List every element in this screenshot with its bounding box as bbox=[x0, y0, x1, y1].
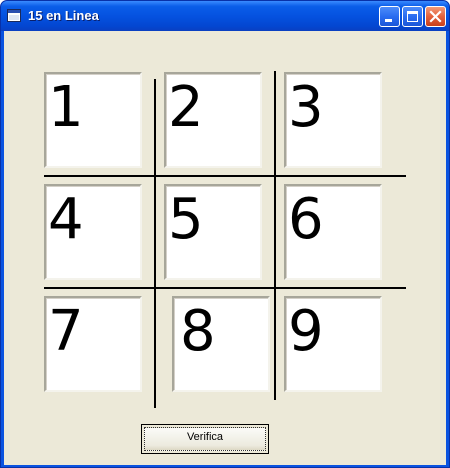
tile-2[interactable]: 2 bbox=[164, 72, 262, 168]
tile-number: 9 bbox=[288, 299, 324, 364]
grid-line-horizontal-bottom bbox=[44, 287, 406, 289]
tile-4[interactable]: 4 bbox=[44, 184, 142, 280]
tile-number: 1 bbox=[48, 75, 84, 140]
close-button[interactable] bbox=[425, 6, 446, 27]
client-area: 1 2 3 4 5 6 7 8 9 Verifica bbox=[4, 31, 446, 465]
verify-button[interactable]: Verifica bbox=[141, 424, 269, 454]
minimize-button[interactable] bbox=[379, 6, 400, 27]
window-title: 15 en Linea bbox=[28, 8, 99, 23]
tile-5[interactable]: 5 bbox=[164, 184, 262, 280]
tile-9[interactable]: 9 bbox=[284, 296, 382, 392]
app-window: 15 en Linea 1 2 3 4 5 6 7 8 9 Verifica bbox=[0, 0, 450, 468]
tile-7[interactable]: 7 bbox=[44, 296, 142, 392]
grid-line-vertical-left bbox=[154, 79, 156, 408]
tile-number: 8 bbox=[180, 299, 216, 364]
tile-8[interactable]: 8 bbox=[172, 296, 270, 392]
tile-number: 3 bbox=[288, 75, 324, 140]
app-window-icon[interactable] bbox=[7, 9, 21, 22]
tile-number: 6 bbox=[288, 187, 324, 252]
tile-number: 7 bbox=[48, 299, 84, 364]
tile-1[interactable]: 1 bbox=[44, 72, 142, 168]
maximize-button[interactable] bbox=[402, 6, 423, 27]
grid-line-horizontal-top bbox=[44, 175, 406, 177]
grid-line-vertical-right bbox=[274, 71, 276, 400]
tile-3[interactable]: 3 bbox=[284, 72, 382, 168]
close-icon bbox=[429, 10, 442, 23]
title-bar[interactable]: 15 en Linea bbox=[1, 1, 449, 31]
verify-button-label: Verifica bbox=[186, 431, 224, 443]
minimize-icon bbox=[385, 19, 392, 22]
tile-number: 2 bbox=[168, 75, 204, 140]
maximize-icon bbox=[407, 11, 418, 22]
tile-number: 5 bbox=[168, 187, 204, 252]
tile-number: 4 bbox=[48, 187, 84, 252]
tile-6[interactable]: 6 bbox=[284, 184, 382, 280]
